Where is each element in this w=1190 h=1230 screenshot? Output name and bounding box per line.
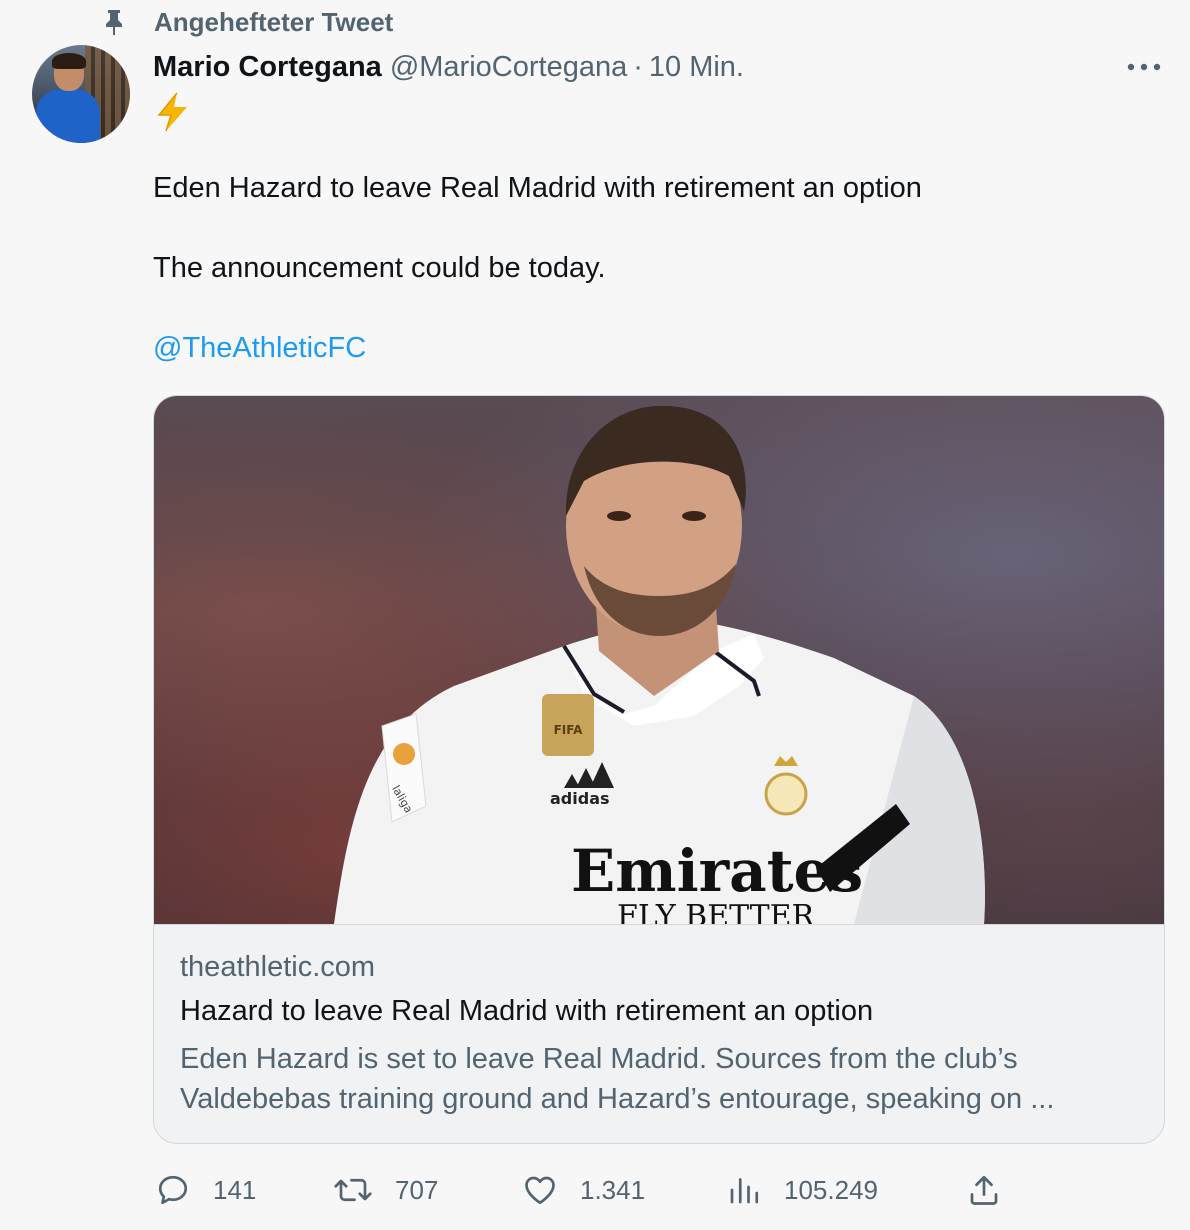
card-title: Hazard to leave Real Madrid with retirem… bbox=[180, 995, 874, 1027]
card-domain: theathletic.com bbox=[180, 951, 376, 983]
views-count: 105.249 bbox=[784, 1174, 878, 1205]
svg-text:adidas: adidas bbox=[550, 789, 610, 808]
pinned-label: Angehefteter Tweet bbox=[154, 6, 394, 37]
share-icon bbox=[970, 1175, 998, 1205]
heart-icon bbox=[525, 1176, 555, 1205]
retweet-count: 707 bbox=[395, 1174, 439, 1205]
separator: · bbox=[633, 50, 643, 83]
reply-button[interactable]: 141 bbox=[155, 1168, 256, 1212]
card-description: Eden Hazard is set to leave Real Madrid.… bbox=[180, 1039, 1140, 1119]
svg-text:FLY BETTER: FLY BETTER bbox=[617, 899, 816, 924]
card-image[interactable]: FIFA adidas laliga Emirates FLY BETTER bbox=[154, 396, 1164, 924]
more-options-button[interactable] bbox=[1124, 52, 1164, 82]
like-count: 1.341 bbox=[580, 1174, 646, 1205]
author-name[interactable]: Mario Cortegana bbox=[153, 51, 382, 84]
action-bar: 141 707 1.341 105.249 bbox=[0, 1168, 1190, 1212]
card-description-line: Eden Hazard is set to leave Real Madrid.… bbox=[180, 1043, 1018, 1075]
avatar[interactable] bbox=[32, 45, 130, 143]
tweet-text-line-1: Eden Hazard to leave Real Madrid with re… bbox=[153, 172, 922, 204]
views-icon bbox=[730, 1178, 759, 1204]
like-button[interactable]: 1.341 bbox=[522, 1168, 645, 1212]
pinned-indicator: Angehefteter Tweet bbox=[100, 4, 393, 40]
svg-text:FIFA: FIFA bbox=[554, 723, 583, 737]
tweet-header: Mario Cortegana @MarioCortegana · 10 Min… bbox=[153, 46, 744, 88]
retweet-icon bbox=[334, 1178, 372, 1202]
author-handle[interactable]: @MarioCortegana bbox=[390, 51, 627, 84]
views-button[interactable]: 105.249 bbox=[726, 1168, 878, 1212]
timestamp[interactable]: 10 Min. bbox=[649, 51, 744, 84]
link-card[interactable]: FIFA adidas laliga Emirates FLY BETTER t… bbox=[153, 395, 1165, 1144]
card-meta[interactable]: theathletic.com Hazard to leave Real Mad… bbox=[154, 924, 1164, 1143]
mention-link[interactable]: @TheAthleticFC bbox=[153, 332, 366, 365]
tweet-text-line-2: The announcement could be today. bbox=[153, 252, 606, 284]
retweet-button[interactable]: 707 bbox=[333, 1168, 438, 1212]
pin-icon bbox=[100, 8, 128, 36]
card-description-line: Valdebebas training ground and Hazard’s … bbox=[180, 1083, 1055, 1115]
more-icon bbox=[1127, 63, 1161, 71]
share-button[interactable] bbox=[966, 1168, 1002, 1212]
reply-icon bbox=[158, 1175, 188, 1205]
reply-count: 141 bbox=[213, 1174, 257, 1205]
lightning-icon bbox=[155, 92, 191, 132]
